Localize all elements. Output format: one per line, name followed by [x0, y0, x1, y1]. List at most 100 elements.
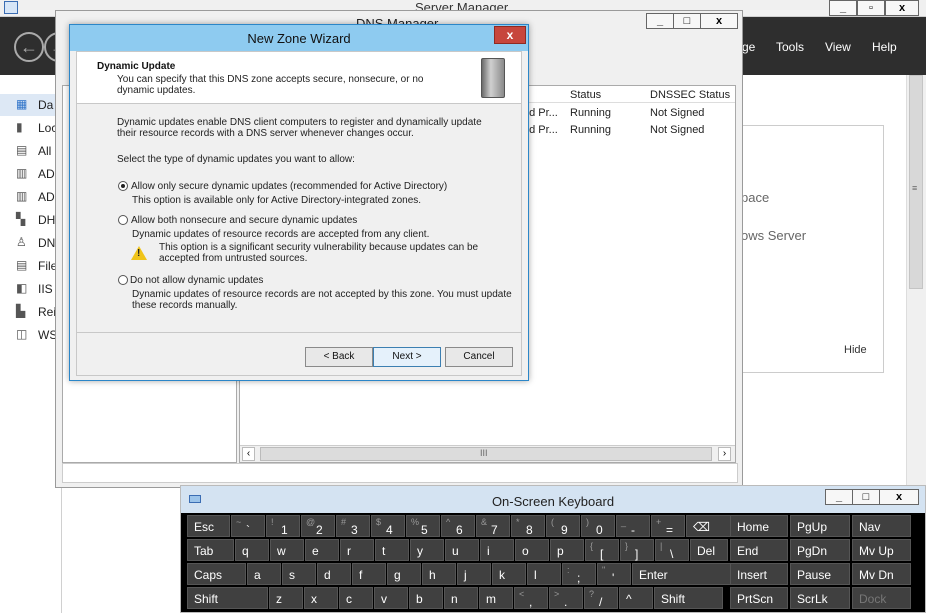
osk-key[interactable]: (9: [546, 515, 580, 537]
radio-secure-only[interactable]: [118, 181, 128, 191]
sidebar-item-local-server[interactable]: ▮ Loc: [0, 117, 62, 139]
osk-key[interactable]: b: [409, 587, 443, 609]
osk-key[interactable]: q: [235, 539, 269, 561]
osk-close-button[interactable]: x: [879, 489, 919, 505]
osk-key[interactable]: Tab: [187, 539, 234, 561]
osk-key[interactable]: Dock: [852, 587, 911, 609]
option-both-label[interactable]: Allow both nonsecure and secure dynamic …: [131, 215, 357, 226]
sidebar-item-ad-cs[interactable]: ▥ AD: [0, 163, 62, 185]
osk-key[interactable]: ) 0: [581, 515, 615, 537]
osk-key[interactable]: & 7: [476, 515, 510, 537]
osk-key[interactable]: ~ `: [231, 515, 265, 537]
osk-key[interactable]: v: [374, 587, 408, 609]
sidebar-item-iis[interactable]: ◧ IIS: [0, 278, 62, 300]
restore-button[interactable]: ▫: [857, 0, 885, 16]
osk-key[interactable]: x: [304, 587, 338, 609]
osk-key[interactable]: l: [527, 563, 561, 585]
scroll-right-icon[interactable]: ›: [718, 447, 731, 461]
menu-manage[interactable]: ge: [742, 40, 755, 54]
osk-key[interactable]: $4: [371, 515, 405, 537]
osk-key[interactable]: }]: [620, 539, 654, 561]
menu-help[interactable]: Help: [872, 40, 897, 54]
osk-key[interactable]: Shift: [654, 587, 723, 609]
osk-key[interactable]: Del: [690, 539, 728, 561]
osk-key[interactable]: Caps: [187, 563, 246, 585]
osk-key[interactable]: :;: [562, 563, 596, 585]
osk-key[interactable]: m: [479, 587, 513, 609]
back-arrow-icon[interactable]: ←: [14, 32, 44, 62]
column-header-dnssec[interactable]: DNSSEC Status: [650, 89, 730, 101]
osk-key[interactable]: * 8: [511, 515, 545, 537]
osk-key[interactable]: #3: [336, 515, 370, 537]
sidebar-item-dhcp[interactable]: ▚ DH: [0, 209, 62, 231]
osk-key[interactable]: Pause: [790, 563, 850, 585]
scroll-left-icon[interactable]: ‹: [242, 447, 255, 461]
osk-key[interactable]: @2: [301, 515, 335, 537]
osk-key[interactable]: d: [317, 563, 351, 585]
osk-key[interactable]: % 5: [406, 515, 440, 537]
horizontal-scrollbar[interactable]: ‹ III ›: [240, 445, 735, 462]
dns-maximize-button[interactable]: □: [673, 13, 701, 29]
osk-key[interactable]: ^ 6: [441, 515, 475, 537]
menu-tools[interactable]: Tools: [776, 40, 804, 54]
osk-maximize-button[interactable]: □: [852, 489, 880, 505]
osk-key[interactable]: c: [339, 587, 373, 609]
option-none-label[interactable]: Do not allow dynamic updates: [130, 275, 263, 286]
osk-key[interactable]: k: [492, 563, 526, 585]
osk-key[interactable]: o: [515, 539, 549, 561]
hide-link[interactable]: Hide: [844, 344, 867, 356]
sidebar-item-file-services[interactable]: ▤ File: [0, 255, 62, 277]
next-button[interactable]: Next >: [373, 347, 441, 367]
osk-key[interactable]: _ -: [616, 515, 650, 537]
osk-key[interactable]: n: [444, 587, 478, 609]
osk-key[interactable]: PgDn: [790, 539, 850, 561]
osk-key[interactable]: Insert: [730, 563, 788, 585]
osk-key[interactable]: Enter: [632, 563, 737, 585]
osk-key[interactable]: {[: [585, 539, 619, 561]
option-secure-label[interactable]: Allow only secure dynamic updates (recom…: [131, 181, 447, 192]
osk-key[interactable]: Esc: [187, 515, 230, 537]
osk-key[interactable]: e: [305, 539, 339, 561]
menu-view[interactable]: View: [825, 40, 851, 54]
osk-key[interactable]: i: [480, 539, 514, 561]
osk-key[interactable]: >.: [549, 587, 583, 609]
osk-key[interactable]: s: [282, 563, 316, 585]
osk-key[interactable]: PgUp: [790, 515, 850, 537]
sidebar-item-all-servers[interactable]: ▤ All: [0, 140, 62, 162]
osk-key[interactable]: w: [270, 539, 304, 561]
osk-key[interactable]: y: [410, 539, 444, 561]
dns-minimize-button[interactable]: _: [646, 13, 674, 29]
osk-key[interactable]: a: [247, 563, 281, 585]
osk-key[interactable]: ^: [619, 587, 653, 609]
osk-key[interactable]: h: [422, 563, 456, 585]
osk-key[interactable]: r: [340, 539, 374, 561]
sidebar-item-remote-access[interactable]: ▙ Rei: [0, 301, 62, 323]
column-header-status[interactable]: Status: [570, 89, 601, 101]
osk-key[interactable]: u: [445, 539, 479, 561]
sidebar-item-dns[interactable]: ♙ DN: [0, 232, 62, 254]
osk-key[interactable]: j: [457, 563, 491, 585]
sidebar-item-ad-ds[interactable]: ▥ AD: [0, 186, 62, 208]
osk-key[interactable]: z: [269, 587, 303, 609]
osk-key[interactable]: ! 1: [266, 515, 300, 537]
cancel-button[interactable]: Cancel: [445, 347, 513, 367]
radio-none[interactable]: [118, 275, 128, 285]
osk-key[interactable]: <,: [514, 587, 548, 609]
osk-key[interactable]: Mv Up: [852, 539, 911, 561]
osk-key[interactable]: Shift: [187, 587, 268, 609]
osk-key[interactable]: End: [730, 539, 788, 561]
wizard-close-button[interactable]: x: [494, 26, 526, 44]
minimize-button[interactable]: _: [829, 0, 857, 16]
sidebar-item-wsus[interactable]: ◫ WS: [0, 324, 62, 346]
back-button[interactable]: < Back: [305, 347, 373, 367]
osk-minimize-button[interactable]: _: [825, 489, 853, 505]
osk-key[interactable]: Nav: [852, 515, 911, 537]
osk-key[interactable]: Home: [730, 515, 788, 537]
osk-key[interactable]: g: [387, 563, 421, 585]
osk-key[interactable]: Mv Dn: [852, 563, 911, 585]
osk-key[interactable]: f: [352, 563, 386, 585]
radio-both[interactable]: [118, 215, 128, 225]
sidebar-item-dashboard[interactable]: ▦ Da: [0, 94, 62, 116]
osk-key[interactable]: | \: [655, 539, 689, 561]
scrollbar-thumb[interactable]: [909, 75, 923, 289]
